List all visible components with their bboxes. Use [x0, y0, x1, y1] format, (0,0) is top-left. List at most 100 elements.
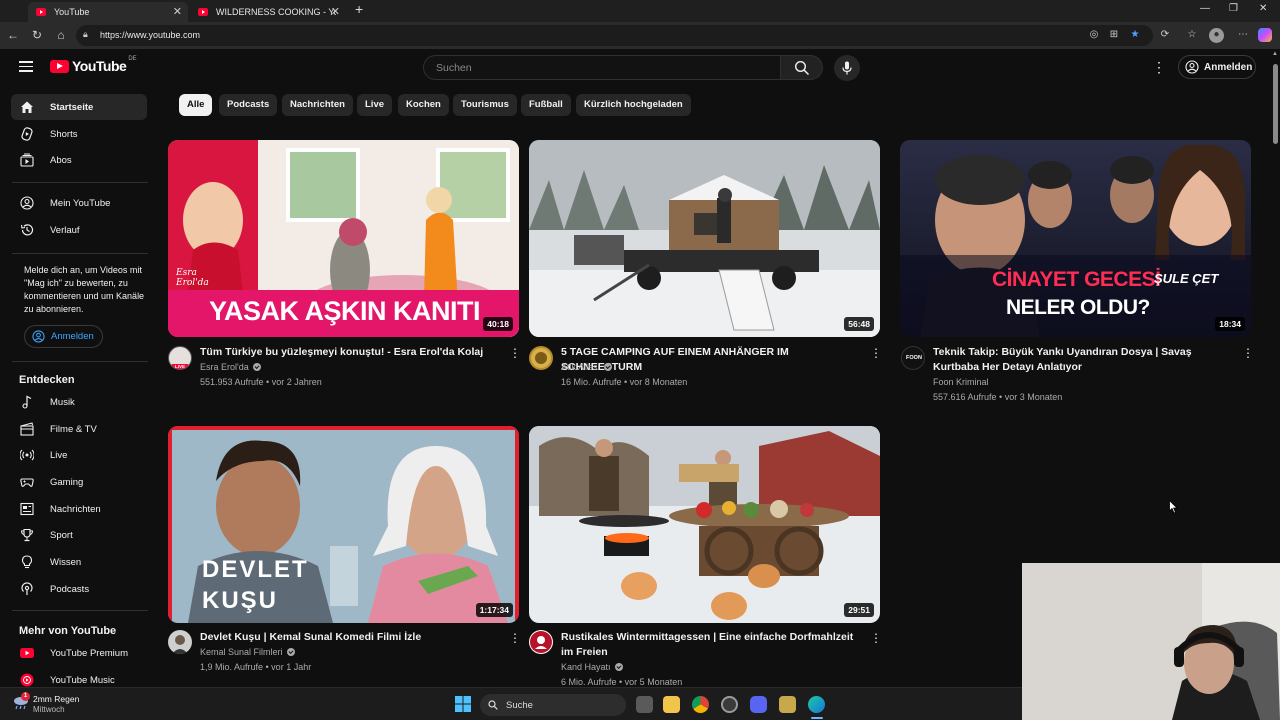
scrollbar-thumb[interactable] [1273, 64, 1278, 144]
video-title[interactable]: Rustikales Wintermittagessen | Eine einf… [561, 630, 861, 659]
channel-avatar[interactable] [529, 346, 553, 370]
youtube-logo[interactable]: YouTube DE [50, 56, 137, 74]
browser-tab-wilderness[interactable]: WILDERNESS COOKING - YouTub ✕ [190, 2, 346, 22]
new-tab-button[interactable]: + [355, 1, 363, 17]
shorts-icon [20, 127, 34, 141]
youtube-music-icon [20, 673, 34, 687]
chrome-icon[interactable] [692, 696, 709, 713]
sidebar-item-live[interactable]: Live [11, 442, 147, 468]
search-input[interactable] [436, 62, 766, 74]
video-channel[interactable]: Atik Ailesi [561, 362, 612, 372]
weather-text[interactable]: 2mm Regen [33, 694, 79, 704]
video-meta: 551.953 Aufrufe • vor 2 Jahren [200, 377, 322, 387]
obs-icon[interactable] [721, 696, 738, 713]
search-icon [488, 700, 498, 710]
home-icon[interactable]: ⌂ [53, 27, 69, 43]
edge-icon[interactable] [808, 696, 825, 713]
channel-avatar[interactable] [168, 630, 192, 654]
favorites-icon[interactable]: ☆ [1185, 28, 1199, 42]
scroll-up-icon[interactable]: ▲ [1272, 51, 1278, 57]
more-options-icon[interactable]: ⋯ [1236, 28, 1250, 42]
video-menu-icon[interactable]: ⋮ [870, 631, 882, 645]
tab-close-icon[interactable]: ✕ [331, 5, 340, 18]
sidebar-item-youtube-music[interactable]: YouTube Music [11, 667, 147, 687]
sidebar-item-wissen[interactable]: Wissen [11, 549, 147, 575]
windows-start-icon[interactable] [455, 696, 471, 712]
video-thumbnail[interactable]: 56:48 [529, 140, 880, 337]
video-title[interactable]: Devlet Kuşu | Kemal Sunal Komedi Filmi İ… [200, 630, 500, 645]
video-channel[interactable]: Kemal Sunal Filmleri [200, 647, 295, 657]
video-thumbnail[interactable]: CİNAYET GECESİ ŞULE ÇET NELER OLDU? 18:3… [900, 140, 1251, 337]
video-channel[interactable]: Foon Kriminal [933, 377, 989, 387]
settings-more-icon[interactable]: ⋮ [1152, 59, 1166, 75]
signin-button[interactable]: Anmelden [1178, 55, 1256, 79]
sidebar-item-mein-youtube[interactable]: Mein YouTube [11, 190, 147, 216]
video-thumbnail[interactable]: DEVLET KUŞU 1:17:34 [168, 426, 519, 623]
video-menu-icon[interactable]: ⋮ [509, 631, 521, 645]
taskbar-search[interactable]: Suche [480, 694, 626, 716]
back-arrow-icon[interactable]: ← [5, 27, 21, 43]
video-title[interactable]: Teknik Takip: Büyük Yankı Uyandıran Dosy… [933, 345, 1233, 374]
youtube-favicon-icon [36, 8, 46, 16]
video-thumbnail[interactable]: 29:51 [529, 426, 880, 623]
menu-icon[interactable] [19, 61, 33, 73]
search-button[interactable] [781, 55, 823, 80]
sidebar-item-nachrichten[interactable]: Nachrichten [11, 496, 147, 522]
chip-nachrichten[interactable]: Nachrichten [282, 94, 353, 116]
tab-close-icon[interactable]: ✕ [173, 5, 182, 18]
sidebar-item-sport[interactable]: Sport [11, 522, 147, 548]
browser-address-bar: ← ↻ ⌂ 🔒︎ https://www.youtube.com ◎ ⊞ ★ ⟳… [0, 22, 1280, 49]
sidebar-item-abos[interactable]: Abos [11, 147, 147, 173]
sidebar-item-musik[interactable]: Musik [11, 389, 147, 415]
thumbnail-overlay-line2: NELER OLDU? [1006, 296, 1150, 319]
chip-fussball[interactable]: Fußball [521, 94, 571, 116]
close-window-button[interactable]: ✕ [1259, 3, 1267, 14]
video-thumbnail[interactable]: Esra Erol'da YASAK AŞKIN KANITI 40:18 [168, 140, 519, 337]
video-duration: 1:17:34 [475, 603, 513, 617]
sidebar-item-youtube-premium[interactable]: YouTube Premium [11, 640, 147, 666]
chip-kochen[interactable]: Kochen [398, 94, 449, 116]
sidebar-item-verlauf[interactable]: Verlauf [11, 217, 147, 243]
app-icon[interactable] [779, 696, 796, 713]
channel-avatar[interactable]: LIVE [168, 346, 192, 370]
minimize-button[interactable]: — [1200, 3, 1210, 14]
chip-alle[interactable]: Alle [179, 94, 213, 116]
sidebar-item-filme-tv[interactable]: Filme & TV [11, 416, 147, 442]
channel-avatar[interactable]: FOON [901, 346, 925, 370]
sidebar-item-podcasts[interactable]: Podcasts [11, 576, 147, 602]
video-menu-icon[interactable]: ⋮ [870, 346, 882, 360]
chip-tourismus[interactable]: Tourismus [453, 94, 517, 116]
favorite-star-icon[interactable]: ★ [1128, 28, 1142, 42]
translate-icon[interactable]: ◎ [1087, 28, 1101, 42]
voice-search-button[interactable] [834, 55, 860, 81]
account-icon [20, 196, 34, 210]
video-channel[interactable]: Esra Erol'da [200, 362, 261, 372]
reload-icon[interactable]: ↻ [29, 27, 45, 43]
task-view-icon[interactable] [636, 696, 653, 713]
sidebar-signin-button[interactable]: Anmelden [24, 325, 103, 348]
profile-avatar-icon[interactable]: ● [1209, 28, 1224, 43]
file-explorer-icon[interactable] [663, 696, 680, 713]
chip-podcasts[interactable]: Podcasts [219, 94, 278, 116]
video-channel[interactable]: Kand Hayatı [561, 662, 623, 672]
sidebar-item-gaming[interactable]: Gaming [11, 469, 147, 495]
channel-avatar[interactable] [529, 630, 553, 654]
video-menu-icon[interactable]: ⋮ [509, 346, 521, 360]
discord-icon[interactable] [750, 696, 767, 713]
maximize-button[interactable]: ❐ [1229, 3, 1238, 14]
video-meta: 1,9 Mio. Aufrufe • vor 1 Jahr [200, 662, 312, 672]
search-box [423, 55, 781, 80]
sidebar-item-shorts[interactable]: Shorts [11, 121, 147, 147]
live-badge: LIVE [171, 364, 189, 369]
video-menu-icon[interactable]: ⋮ [1242, 346, 1254, 360]
copilot-icon[interactable] [1258, 28, 1272, 42]
chip-live[interactable]: Live [357, 94, 393, 116]
more-from-youtube-heading: Mehr von YouTube [19, 625, 117, 637]
video-title[interactable]: Tüm Türkiye bu yüzleşmeyi konuştu! - Esr… [200, 345, 500, 360]
browser-tab-youtube[interactable]: YouTube ✕ [28, 2, 188, 22]
url-field[interactable]: 🔒︎ https://www.youtube.com ◎ ⊞ ★ [76, 25, 1153, 46]
chip-kuerzlich-hochgeladen[interactable]: Kürzlich hochgeladen [576, 94, 691, 116]
apps-icon[interactable]: ⊞ [1107, 28, 1121, 42]
sidebar-item-startseite[interactable]: Startseite [11, 94, 147, 120]
refresh-extension-icon[interactable]: ⟳ [1158, 28, 1172, 42]
